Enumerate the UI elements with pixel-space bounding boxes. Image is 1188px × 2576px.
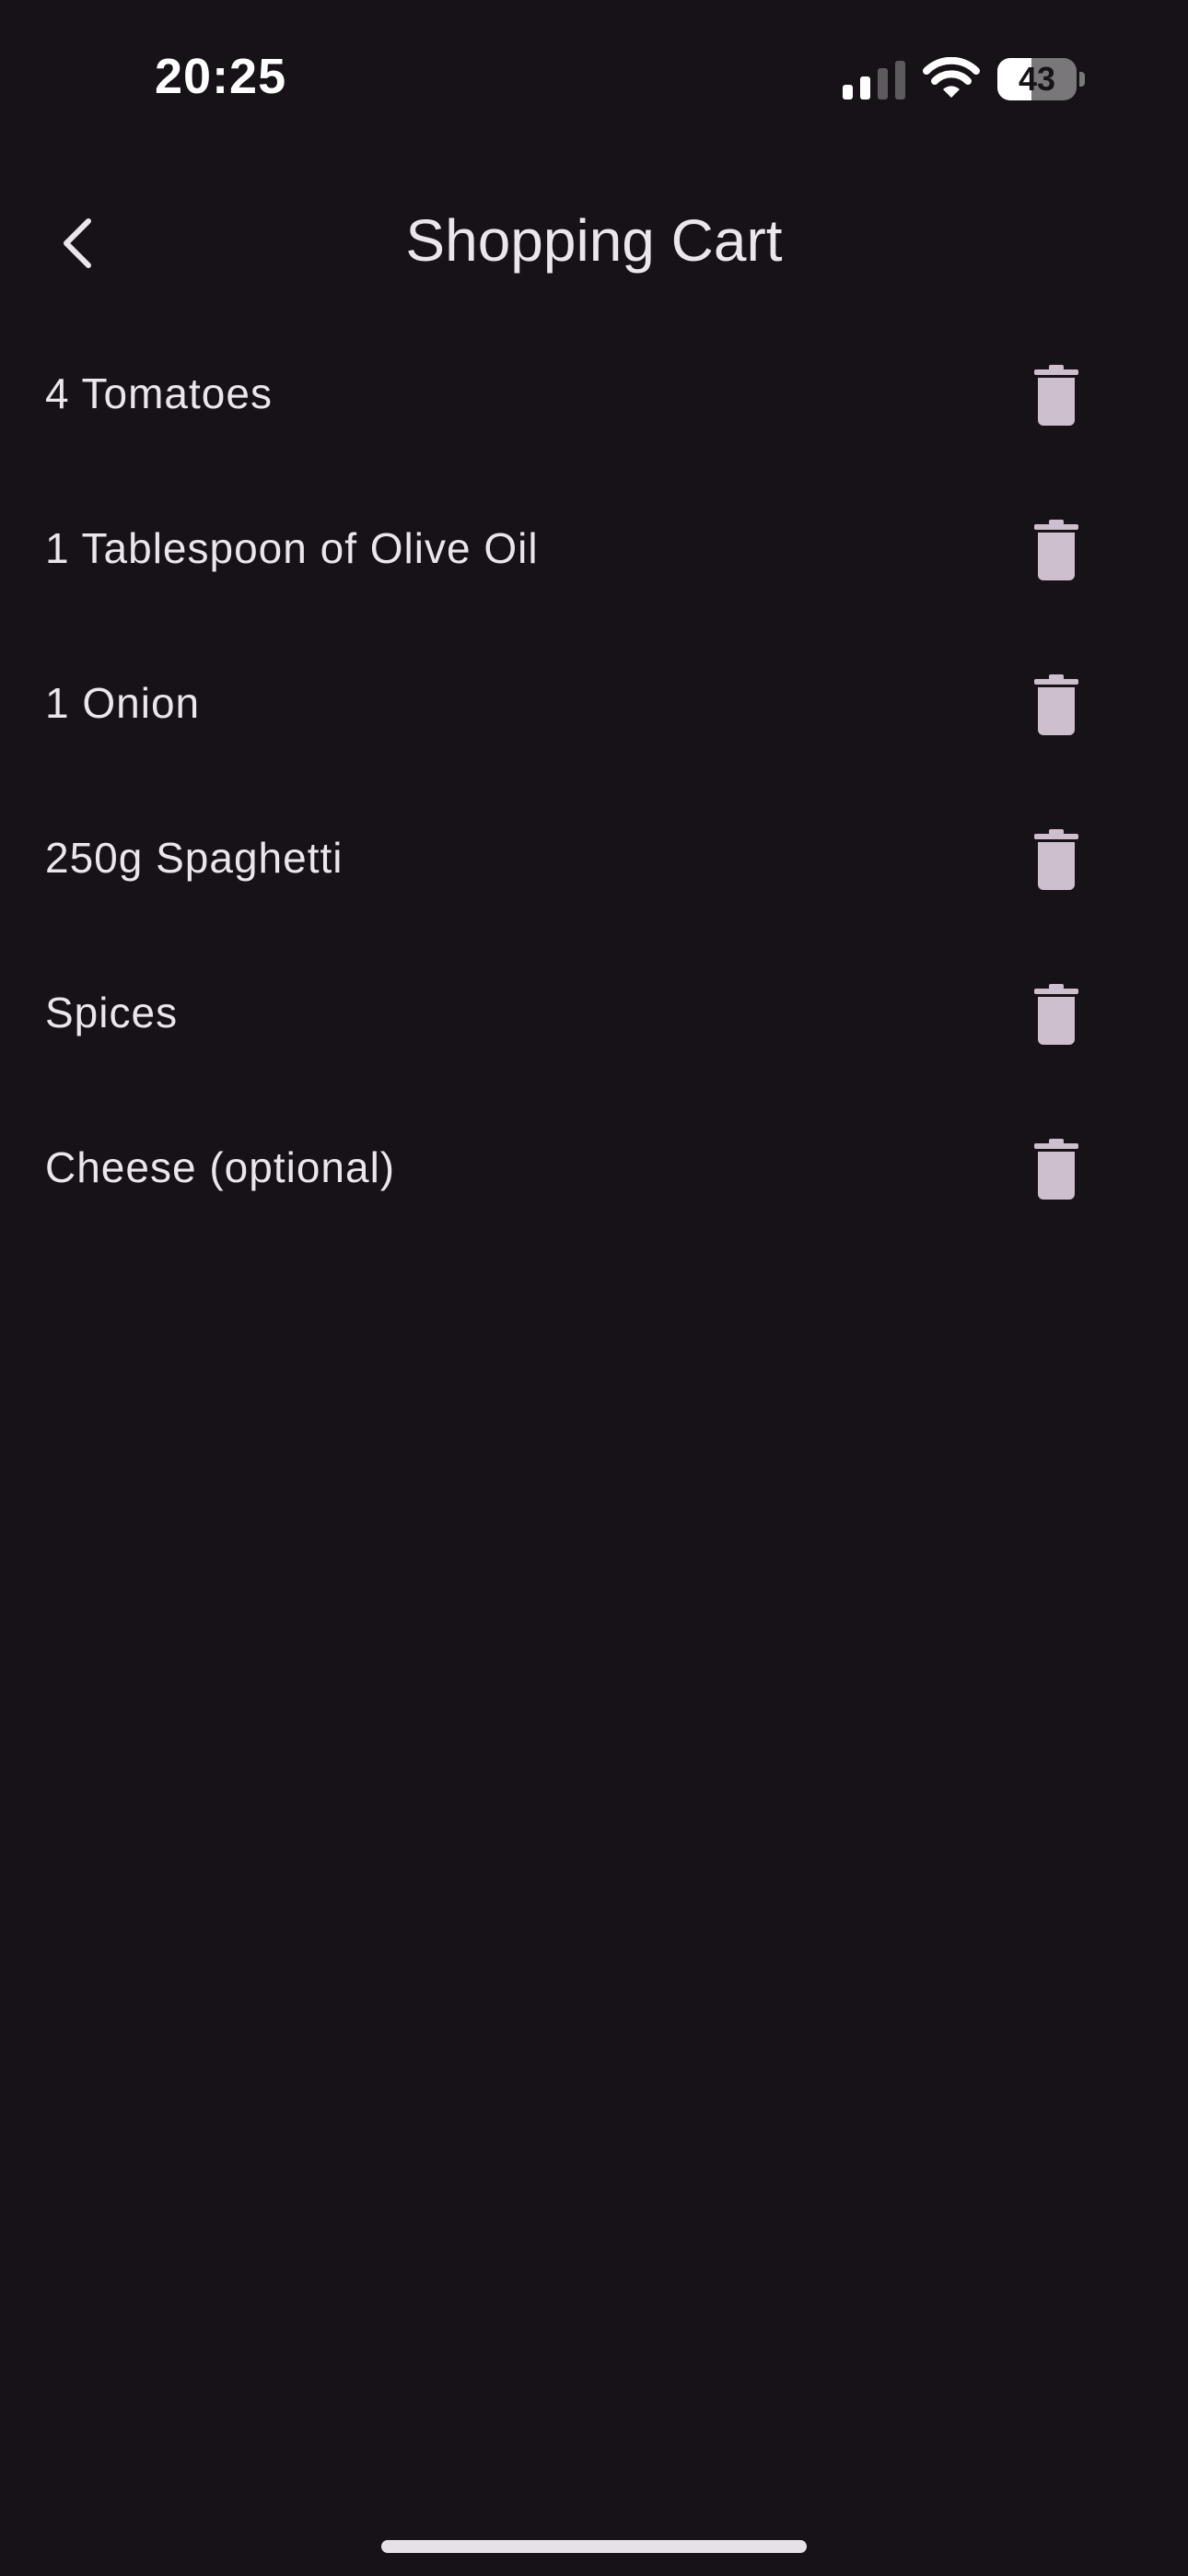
home-indicator[interactable] — [381, 2540, 807, 2553]
trash-icon — [1034, 520, 1078, 580]
cart-item-label: 1 Onion — [45, 679, 201, 727]
status-time: 20:25 — [155, 49, 287, 104]
status-bar: 20:25 43 — [0, 0, 1188, 157]
page-title: Shopping Cart — [405, 207, 783, 274]
cart-list: 4 Tomatoes 1 Tablespoon of Olive Oil 1 O… — [0, 319, 1188, 1247]
delete-item-button[interactable] — [1024, 977, 1089, 1054]
battery-percentage: 43 — [1018, 60, 1056, 98]
battery-body: 43 — [997, 58, 1077, 100]
cart-item: 4 Tomatoes — [0, 319, 1188, 474]
battery-tip — [1079, 72, 1085, 87]
trash-icon — [1034, 1139, 1078, 1200]
cart-item-label: 1 Tablespoon of Olive Oil — [45, 524, 539, 572]
cart-item-label: Spices — [45, 989, 179, 1036]
cart-item: 1 Onion — [0, 628, 1188, 783]
delete-item-button[interactable] — [1024, 822, 1089, 899]
delete-item-button[interactable] — [1024, 512, 1089, 590]
wifi-icon — [923, 57, 980, 98]
cart-item-label: Cheese (optional) — [45, 1143, 396, 1191]
delete-item-button[interactable] — [1024, 357, 1089, 435]
battery-indicator: 43 — [997, 58, 1086, 100]
trash-icon — [1034, 829, 1078, 890]
cart-item: 250g Spaghetti — [0, 783, 1188, 938]
cellular-signal-icon — [843, 61, 905, 100]
cart-item: Cheese (optional) — [0, 1093, 1188, 1247]
cart-item: Spices — [0, 938, 1188, 1093]
trash-icon — [1034, 674, 1078, 735]
delete-item-button[interactable] — [1024, 667, 1089, 744]
cart-item-label: 4 Tomatoes — [45, 369, 273, 417]
nav-header: Shopping Cart — [0, 184, 1188, 295]
trash-icon — [1034, 365, 1078, 426]
delete-item-button[interactable] — [1024, 1131, 1089, 1209]
cart-item-label: 250g Spaghetti — [45, 834, 344, 882]
cart-item: 1 Tablespoon of Olive Oil — [0, 474, 1188, 628]
trash-icon — [1034, 984, 1078, 1045]
